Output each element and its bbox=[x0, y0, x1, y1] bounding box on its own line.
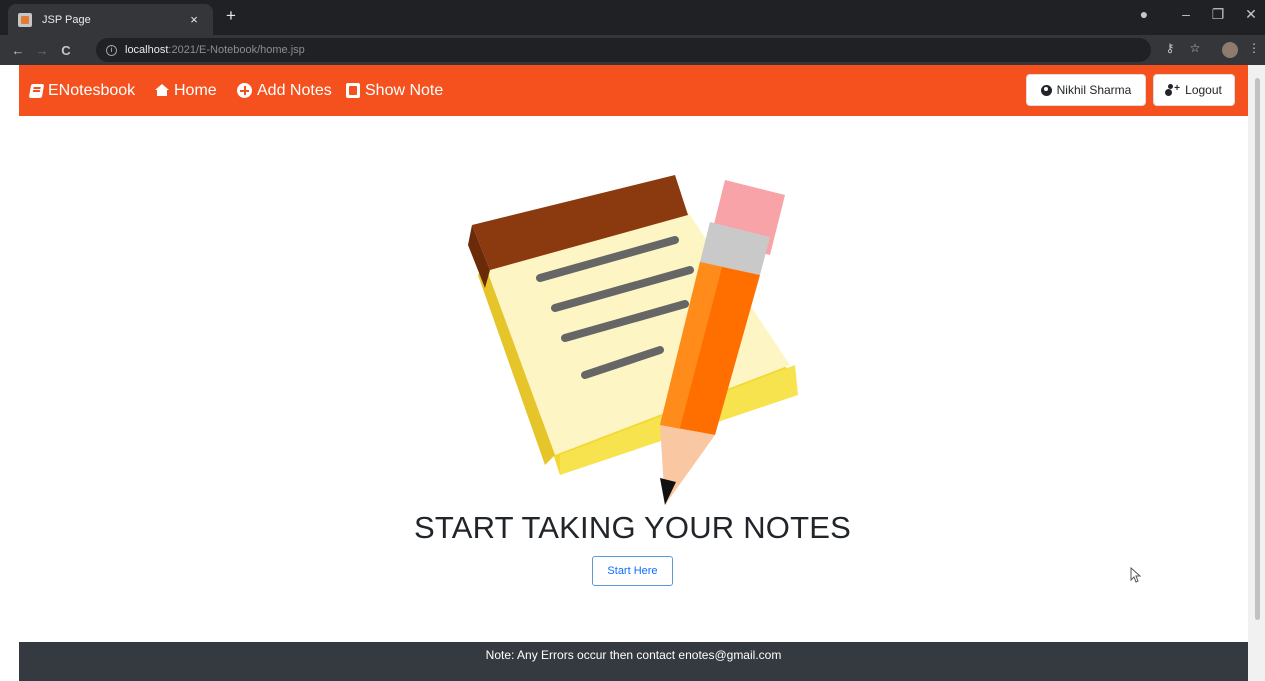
browser-tab[interactable]: JSP Page × bbox=[8, 4, 213, 35]
plus-circle-icon bbox=[237, 83, 252, 98]
media-control-icon[interactable]: ● bbox=[1133, 6, 1155, 22]
restore-button[interactable]: ❐ bbox=[1207, 6, 1229, 23]
page-headline: START TAKING YOUR NOTES bbox=[414, 510, 851, 545]
start-here-button[interactable]: Start Here bbox=[592, 556, 673, 586]
brand-link[interactable]: ENotesbook bbox=[28, 81, 136, 100]
footer-note: Note: Any Errors occur then contact enot… bbox=[485, 648, 782, 662]
browser-toolbar: ← → C i localhost :2021/E-Notebook/home.… bbox=[0, 35, 1265, 65]
url-host: localhost bbox=[125, 44, 169, 56]
minimize-button[interactable]: – bbox=[1175, 6, 1197, 22]
mouse-pointer-icon bbox=[1130, 567, 1142, 583]
nav-show-note-label: Show Note bbox=[365, 81, 444, 99]
favicon-icon bbox=[18, 12, 32, 27]
site-info-icon[interactable]: i bbox=[106, 44, 117, 56]
nav-add-notes-label: Add Notes bbox=[257, 81, 332, 99]
brand-label: ENotesbook bbox=[48, 81, 136, 99]
user-circle-icon bbox=[1040, 84, 1052, 96]
user-profile-button[interactable]: Nikhil Sharma bbox=[1026, 74, 1146, 106]
logout-button[interactable]: Logout bbox=[1153, 74, 1235, 106]
logout-label: Logout bbox=[1185, 83, 1222, 97]
address-book-icon bbox=[346, 83, 360, 98]
tab-close-button[interactable]: × bbox=[185, 12, 203, 27]
address-bar[interactable]: i localhost :2021/E-Notebook/home.jsp bbox=[96, 38, 1151, 62]
browser-menu-icon[interactable]: ⋮ bbox=[1244, 41, 1264, 55]
notepad-pencil-illustration bbox=[468, 175, 798, 505]
url-path: :2021/E-Notebook/home.jsp bbox=[168, 44, 305, 56]
nav-add-notes-link[interactable]: Add Notes bbox=[237, 82, 332, 100]
tab-title: JSP Page bbox=[42, 13, 91, 26]
home-icon bbox=[155, 83, 169, 96]
profile-avatar[interactable] bbox=[1222, 42, 1238, 58]
new-tab-button[interactable]: + bbox=[220, 6, 242, 26]
key-icon[interactable]: ⚷ bbox=[1160, 41, 1180, 55]
forward-button[interactable]: → bbox=[30, 43, 54, 58]
page-footer: Note: Any Errors occur then contact enot… bbox=[19, 642, 1248, 681]
nav-home-link[interactable]: Home bbox=[155, 82, 217, 100]
app-navbar: ENotesbook Home Add Notes Show Note Nikh… bbox=[19, 65, 1248, 116]
book-icon bbox=[28, 83, 45, 98]
bookmark-star-icon[interactable]: ☆ bbox=[1185, 41, 1205, 55]
user-name-label: Nikhil Sharma bbox=[1056, 83, 1132, 97]
back-button[interactable]: ← bbox=[6, 43, 30, 58]
reload-button[interactable]: C bbox=[54, 43, 78, 58]
nav-show-note-link[interactable]: Show Note bbox=[346, 82, 443, 100]
window-close-button[interactable]: ✕ bbox=[1240, 6, 1262, 23]
user-plus-icon bbox=[1166, 83, 1180, 96]
nav-home-label: Home bbox=[174, 81, 217, 99]
browser-tab-bar: JSP Page × + ● – ❐ ✕ bbox=[0, 0, 1265, 35]
